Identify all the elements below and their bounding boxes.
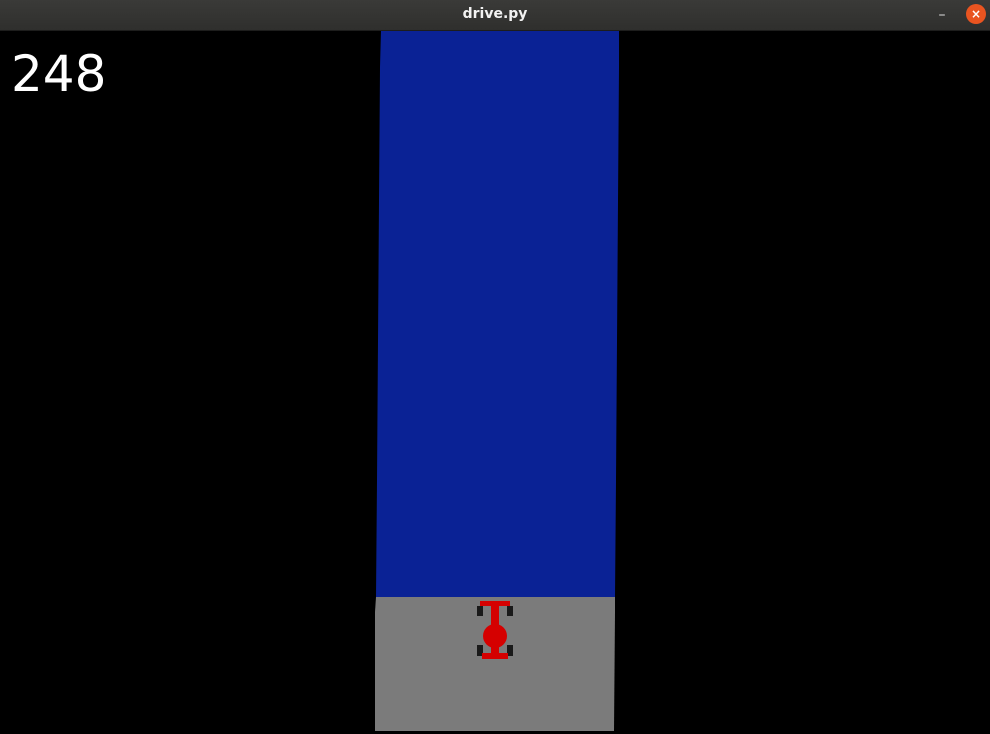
game-canvas[interactable]: 248 [0,31,990,734]
car-front-wing [482,653,508,659]
score-counter: 248 [11,45,107,103]
title-bar[interactable]: drive.py – × [0,0,990,31]
track-layer [375,31,619,731]
car-tire [507,606,513,616]
game-window: drive.py – × 248 [0,0,990,734]
window-title: drive.py [462,6,528,22]
car-tire [477,606,483,616]
water-segment [376,31,619,597]
car-cockpit [483,624,507,648]
close-button[interactable]: × [966,4,986,24]
minimize-button[interactable]: – [931,4,953,26]
